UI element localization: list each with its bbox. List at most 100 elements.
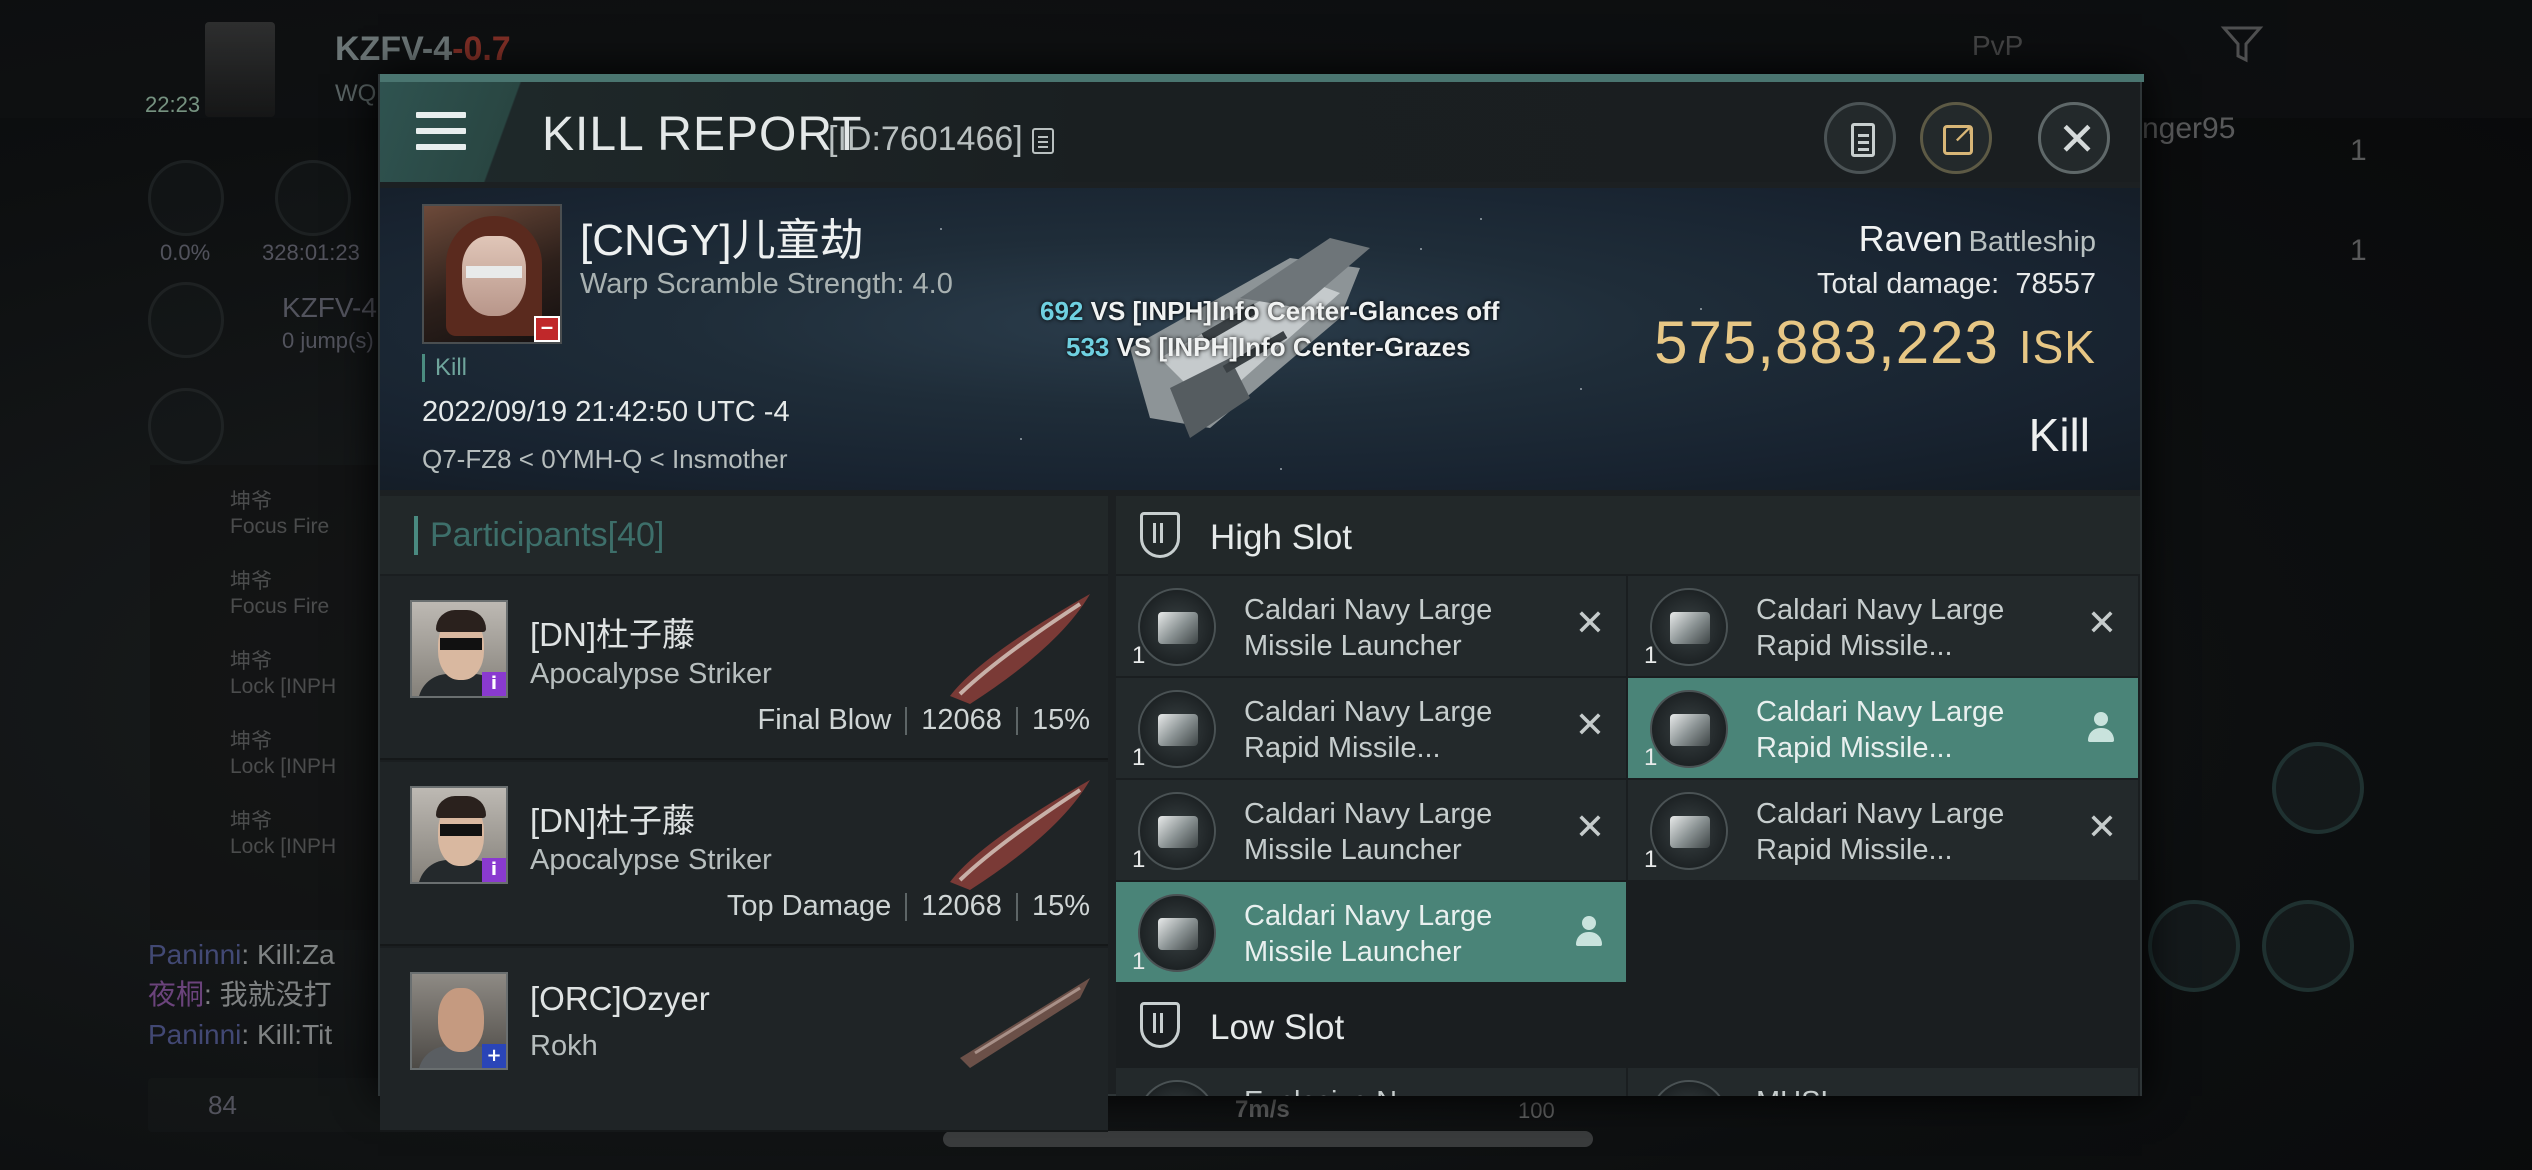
low-slot-label: Low Slot [1210,1008,1345,1047]
module-item[interactable]: 1 Caldari Navy Large Rapid Missile... ✕ [1628,576,2138,676]
shield-icon [1140,1002,1180,1048]
menu-button[interactable] [380,82,530,182]
isk-value: 575,883,223 ISK [1654,309,2096,376]
destroyed-x-icon: ✕ [1574,705,1606,746]
share-button[interactable] [1920,102,1992,174]
screen: KZFV-4-0.7 WQ 22:23 PvP 0.0% 328:01:23 K… [0,0,2532,1170]
system-name[interactable]: KZFV-4-0.7 [335,30,511,69]
right-count-b: 1 [2350,234,2367,267]
missile-launcher-icon [1138,690,1216,768]
module-name: Caldari Navy Large Rapid Missile... [1756,696,2005,764]
participant-row[interactable]: i [DN]杜子藤 Apocalypse Striker Top Damage 1… [380,762,1108,946]
missile-launcher-icon [1650,588,1728,666]
participant-row[interactable]: + [ORC]Ozyer Rokh [380,948,1108,1132]
ship-image [950,594,1090,704]
kill-tag: Kill [422,354,467,382]
feed-item: 坤爷 Focus Fire [230,570,330,618]
chat-line: Paninni: Kill:Za [148,939,335,970]
damage-line: 692 VS [INPH]Info Center-Glances off [1040,296,1500,326]
close-button[interactable]: ✕ [2038,102,2110,174]
participants-header: Participants[40] [380,496,1108,574]
damage-line: 533 VS [INPH]Info Center-Grazes [1066,332,1471,362]
report-button[interactable] [1824,102,1896,174]
right-name: nger95 [2142,112,2236,145]
participant-ship: Apocalypse Striker [530,844,772,876]
module-item[interactable]: 1 Caldari Navy Large Rapid Missile... ✕ [1628,780,2138,880]
chat-line: Paninni: Kill:Tit [148,1019,333,1050]
info-badge-icon: i [482,858,506,882]
person-icon [2086,712,2116,744]
home-indicator[interactable] [943,1131,1593,1147]
pvp-filter[interactable]: PvP [1972,30,2023,62]
share-icon [1943,116,1975,155]
module-item[interactable]: 1 Caldari Navy Large Missile Launcher ✕ [1116,576,1626,676]
layers-icon[interactable] [148,388,224,464]
module-name: Caldari Navy Large Rapid Missile... [1244,696,1493,764]
kill-datetime: 2022/09/19 21:42:50 UTC -4 [422,396,790,428]
stat-a: 0.0% [160,240,211,265]
dna-icon[interactable] [275,160,351,236]
module-item[interactable]: 1 Caldari Navy Large Rapid Missile... ✕ [1116,678,1626,778]
filter-icon[interactable] [2220,22,2264,66]
missile-launcher-icon [1650,792,1728,870]
chat-log[interactable]: Paninni: Kill:Za 夜桐: 我就没打 Paninni: Kill:… [148,935,335,1055]
info-badge-icon: i [482,672,506,696]
dialog-header: KILL REPORT [ID:7601466] ✕ [380,82,2140,182]
cargo-icon[interactable] [148,160,224,236]
module-button[interactable] [2262,900,2354,992]
participant-ship: Rokh [530,1030,598,1062]
total-damage: Total damage: 78557 [1817,268,2096,300]
module-name: MUSL... [1756,1084,2086,1096]
kill-id: [ID:7601466] [828,120,1023,158]
shield-icon [1140,512,1180,558]
copy-icon[interactable] [1032,128,1054,154]
fitting-panel: High Slot 1 Caldari Navy Large Missile L… [1116,496,2140,1096]
missile-launcher-icon [1138,894,1216,972]
navigate-icon[interactable] [148,282,224,358]
plus-badge-icon: + [482,1044,506,1068]
participant-stats: Top Damage 12068 15% [726,890,1090,922]
route-jumps: 0 jump(s) [282,328,374,353]
ship-image [960,978,1090,1068]
participant-name: [ORC]Ozyer [530,980,710,1017]
destroyed-x-icon: ✕ [1574,603,1606,644]
accent-line [380,74,2144,82]
participants-title: Participants[40] [414,516,664,555]
module-item[interactable]: 1 Caldari Navy Large Rapid Missile... [1628,678,2138,778]
victim-name[interactable]: [CNGY]儿童劫 [580,204,864,268]
participant-row[interactable]: i [DN]杜子藤 Apocalypse Striker Final Blow 1… [380,576,1108,760]
swap-icon[interactable] [2272,742,2364,834]
participant-avatar: + [410,972,508,1070]
missile-launcher-icon [1138,588,1216,666]
speed-readout: 7m/s [1235,1096,1290,1123]
module-name: Caldari Navy Large Rapid Missile... [1756,594,2005,662]
close-icon: ✕ [2057,112,2097,166]
hamburger-icon [416,112,466,160]
pilot-avatar[interactable] [205,22,275,117]
clipboard-icon [1851,123,1875,157]
armor-module-icon [1650,1080,1728,1096]
dialog-title: KILL REPORT [542,108,863,161]
module-name: Caldari Navy Large Missile Launcher [1244,798,1493,866]
ship-type: Raven Battleship [1858,218,2096,259]
module-item[interactable]: MUSL... [1628,1068,2138,1096]
armor-module-icon [1138,1080,1216,1096]
result-label: Kill [2028,409,2090,461]
participant-name: [DN]杜子藤 [530,802,695,839]
module-item[interactable]: Explosive N... [1116,1068,1626,1096]
combat-feed: 坤爷 Focus Fire 坤爷 Focus Fire 坤爷 Lock [INPH 坤… [150,465,380,930]
security-status: -0.7 [452,30,511,68]
stat-b: 328:01:23 [262,240,360,265]
kill-location[interactable]: Q7-FZ8 < 0YMH-Q < Insmother [422,444,788,475]
module-item[interactable]: 1 Caldari Navy Large Missile Launcher ✕ [1116,780,1626,880]
throttle-readout: 100 [1518,1098,1555,1123]
high-slot-header: High Slot [1116,496,2140,574]
destroyed-x-icon: ✕ [1574,807,1606,848]
feed-item: 坤爷 Focus Fire [230,490,330,538]
warp-scramble-strength: Warp Scramble Strength: 4.0 [580,268,953,300]
participant-ship: Apocalypse Striker [530,658,772,690]
feed-item: 坤爷 Lock [INPH [230,730,337,778]
module-button[interactable] [2148,900,2240,992]
ship-image [950,780,1090,890]
module-item[interactable]: 1 Caldari Navy Large Missile Launcher [1116,882,1626,982]
